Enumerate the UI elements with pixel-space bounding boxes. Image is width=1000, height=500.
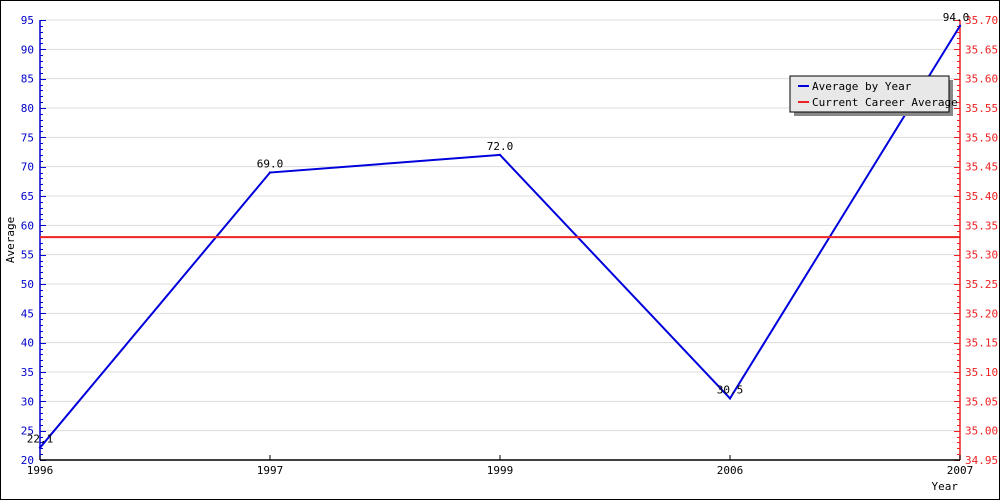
legend: Average by Year Current Career Average xyxy=(789,75,958,116)
left-tick-label: 60 xyxy=(21,219,34,232)
x-tick-label: 1999 xyxy=(487,464,514,477)
left-tick-label: 50 xyxy=(21,278,34,291)
x-tick-label: 1996 xyxy=(27,464,54,477)
left-tick-label: 70 xyxy=(21,161,34,174)
right-tick-label: 35.15 xyxy=(965,337,998,350)
x-tick-label: 1997 xyxy=(257,464,284,477)
left-tick-label: 35 xyxy=(21,366,34,379)
line-chart: 20253035404550556065707580859095 34.9535… xyxy=(4,11,998,493)
right-tick-label: 35.50 xyxy=(965,131,998,144)
right-tick-label: 35.00 xyxy=(965,425,998,438)
right-tick-label: 35.30 xyxy=(965,249,998,262)
y-axis-label: Average xyxy=(4,217,17,263)
x-tick-label: 2007 xyxy=(947,464,974,477)
data-label: 22.1 xyxy=(27,433,54,446)
left-tick-label: 65 xyxy=(21,190,34,203)
left-tick-label: 40 xyxy=(21,337,34,350)
left-y-axis: 20253035404550556065707580859095 xyxy=(21,14,46,467)
right-tick-label: 35.05 xyxy=(965,395,998,408)
left-tick-label: 85 xyxy=(21,73,34,86)
right-tick-label: 35.55 xyxy=(965,102,998,115)
right-tick-label: 35.10 xyxy=(965,366,998,379)
right-tick-label: 35.60 xyxy=(965,73,998,86)
left-tick-label: 95 xyxy=(21,14,34,27)
data-point xyxy=(38,446,42,449)
data-point xyxy=(728,397,732,400)
data-label: 72.0 xyxy=(487,140,514,153)
data-point xyxy=(498,153,502,157)
left-tick-label: 55 xyxy=(21,249,34,262)
data-label: 30.5 xyxy=(717,383,744,396)
right-tick-label: 35.40 xyxy=(965,190,998,203)
right-tick-label: 35.70 xyxy=(965,14,998,27)
x-tick-label: 2006 xyxy=(717,464,744,477)
right-y-axis: 34.9535.0035.0535.1035.1535.2035.2535.30… xyxy=(954,14,998,467)
left-tick-label: 90 xyxy=(21,43,34,56)
right-tick-label: 35.20 xyxy=(965,307,998,320)
x-axis: 1996 1997 1999 2006 2007 xyxy=(27,455,974,477)
left-tick-label: 75 xyxy=(21,131,34,144)
x-axis-label: Year xyxy=(932,480,959,493)
left-tick-label: 45 xyxy=(21,307,34,320)
left-tick-label: 30 xyxy=(21,395,34,408)
legend-label-average-by-year: Average by Year xyxy=(812,80,912,93)
legend-label-career-average: Current Career Average xyxy=(812,96,958,109)
right-tick-label: 35.65 xyxy=(965,43,998,56)
right-tick-label: 35.25 xyxy=(965,278,998,291)
data-point xyxy=(958,24,962,28)
data-point xyxy=(268,171,272,174)
left-tick-label: 80 xyxy=(21,102,34,115)
data-label: 69.0 xyxy=(257,158,284,171)
data-label: 94.0 xyxy=(943,11,970,24)
right-tick-label: 35.35 xyxy=(965,219,998,232)
right-tick-label: 35.45 xyxy=(965,161,998,174)
